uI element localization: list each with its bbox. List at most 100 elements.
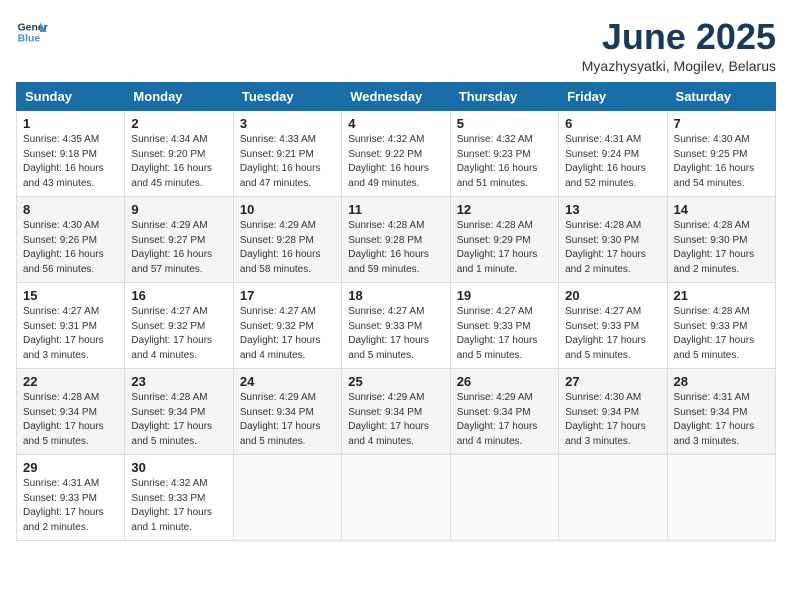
day-number: 9	[131, 202, 226, 217]
day-info: Sunrise: 4:31 AM Sunset: 9:24 PM Dayligh…	[565, 133, 660, 191]
weekday-header-wednesday: Wednesday	[342, 83, 450, 111]
day-cell-17: 17Sunrise: 4:27 AM Sunset: 9:32 PM Dayli…	[233, 283, 341, 369]
day-info: Sunrise: 4:35 AM Sunset: 9:18 PM Dayligh…	[23, 133, 118, 191]
day-number: 20	[565, 288, 660, 303]
day-cell-6: 6 Sunrise: 4:31 AM Sunset: 9:24 PM Daylig…	[559, 111, 667, 197]
week-row-5: 29 Sunrise: 4:31 AM Sunset: 9:33 PM Dayli…	[17, 455, 776, 541]
day-cell-19: 19 Sunrise: 4:27 AM Sunset: 9:33 PM Dayli…	[450, 283, 558, 369]
day-number: 13	[565, 202, 660, 217]
day-cell-7: 7Sunrise: 4:30 AM Sunset: 9:25 PM Daylig…	[667, 111, 775, 197]
weekday-header-friday: Friday	[559, 83, 667, 111]
day-number: 2	[131, 116, 226, 131]
day-number: 3	[240, 116, 335, 131]
title-area: June 2025 Myazhysyatki, Mogilev, Belarus	[582, 16, 776, 74]
week-row-4: 22 Sunrise: 4:28 AM Sunset: 9:34 PM Dayli…	[17, 369, 776, 455]
week-row-2: 8Sunrise: 4:30 AM Sunset: 9:26 PM Daylig…	[17, 197, 776, 283]
day-number: 12	[457, 202, 552, 217]
day-info: Sunrise: 4:27 AM Sunset: 9:33 PM Dayligh…	[457, 305, 552, 363]
day-number: 8	[23, 202, 118, 217]
day-info: Sunrise: 4:29 AM Sunset: 9:34 PM Dayligh…	[240, 391, 335, 449]
svg-text:Blue: Blue	[18, 34, 41, 45]
day-cell-30: 30 Sunrise: 4:32 AM Sunset: 9:33 PM Dayli…	[125, 455, 233, 541]
day-number: 26	[457, 374, 552, 389]
day-number: 11	[348, 202, 443, 217]
weekday-header-sunday: Sunday	[17, 83, 125, 111]
day-info: Sunrise: 4:28 AM Sunset: 9:30 PM Dayligh…	[674, 219, 769, 277]
day-number: 19	[457, 288, 552, 303]
day-number: 29	[23, 460, 118, 475]
day-info: Sunrise: 4:32 AM Sunset: 9:33 PM Dayligh…	[131, 477, 226, 535]
calendar: SundayMondayTuesdayWednesdayThursdayFrid…	[16, 82, 776, 541]
empty-cell	[450, 455, 558, 541]
day-info: Sunrise: 4:28 AM Sunset: 9:30 PM Dayligh…	[565, 219, 660, 277]
day-cell-15: 15Sunrise: 4:27 AM Sunset: 9:31 PM Dayli…	[17, 283, 125, 369]
day-cell-10: 10Sunrise: 4:29 AM Sunset: 9:28 PM Dayli…	[233, 197, 341, 283]
weekday-header-row: SundayMondayTuesdayWednesdayThursdayFrid…	[17, 83, 776, 111]
day-info: Sunrise: 4:27 AM Sunset: 9:33 PM Dayligh…	[565, 305, 660, 363]
day-info: Sunrise: 4:32 AM Sunset: 9:23 PM Dayligh…	[457, 133, 552, 191]
day-cell-3: 3 Sunrise: 4:33 AM Sunset: 9:21 PM Daylig…	[233, 111, 341, 197]
month-title: June 2025	[582, 16, 776, 58]
day-number: 27	[565, 374, 660, 389]
day-cell-20: 20 Sunrise: 4:27 AM Sunset: 9:33 PM Dayli…	[559, 283, 667, 369]
day-info: Sunrise: 4:28 AM Sunset: 9:34 PM Dayligh…	[23, 391, 118, 449]
day-info: Sunrise: 4:27 AM Sunset: 9:31 PM Dayligh…	[23, 305, 118, 363]
day-cell-2: 2 Sunrise: 4:34 AM Sunset: 9:20 PM Daylig…	[125, 111, 233, 197]
day-number: 28	[674, 374, 769, 389]
day-number: 21	[674, 288, 769, 303]
empty-cell	[342, 455, 450, 541]
day-number: 1	[23, 116, 118, 131]
day-number: 14	[674, 202, 769, 217]
day-cell-5: 5 Sunrise: 4:32 AM Sunset: 9:23 PM Daylig…	[450, 111, 558, 197]
day-cell-24: 24 Sunrise: 4:29 AM Sunset: 9:34 PM Dayli…	[233, 369, 341, 455]
day-number: 22	[23, 374, 118, 389]
day-number: 24	[240, 374, 335, 389]
day-cell-27: 27 Sunrise: 4:30 AM Sunset: 9:34 PM Dayli…	[559, 369, 667, 455]
day-info: Sunrise: 4:27 AM Sunset: 9:32 PM Dayligh…	[131, 305, 226, 363]
day-number: 5	[457, 116, 552, 131]
day-info: Sunrise: 4:34 AM Sunset: 9:20 PM Dayligh…	[131, 133, 226, 191]
header: General Blue June 2025 Myazhysyatki, Mog…	[16, 16, 776, 74]
weekday-header-saturday: Saturday	[667, 83, 775, 111]
day-cell-23: 23 Sunrise: 4:28 AM Sunset: 9:34 PM Dayli…	[125, 369, 233, 455]
day-number: 4	[348, 116, 443, 131]
location-title: Myazhysyatki, Mogilev, Belarus	[582, 58, 776, 74]
day-number: 6	[565, 116, 660, 131]
day-number: 23	[131, 374, 226, 389]
day-cell-29: 29 Sunrise: 4:31 AM Sunset: 9:33 PM Dayli…	[17, 455, 125, 541]
day-cell-22: 22 Sunrise: 4:28 AM Sunset: 9:34 PM Dayli…	[17, 369, 125, 455]
empty-cell	[559, 455, 667, 541]
day-info: Sunrise: 4:27 AM Sunset: 9:32 PM Dayligh…	[240, 305, 335, 363]
logo: General Blue	[16, 16, 48, 48]
day-cell-26: 26 Sunrise: 4:29 AM Sunset: 9:34 PM Dayli…	[450, 369, 558, 455]
week-row-1: 1 Sunrise: 4:35 AM Sunset: 9:18 PM Daylig…	[17, 111, 776, 197]
day-cell-25: 25 Sunrise: 4:29 AM Sunset: 9:34 PM Dayli…	[342, 369, 450, 455]
day-cell-4: 4Sunrise: 4:32 AM Sunset: 9:22 PM Daylig…	[342, 111, 450, 197]
day-cell-1: 1 Sunrise: 4:35 AM Sunset: 9:18 PM Daylig…	[17, 111, 125, 197]
day-cell-12: 12Sunrise: 4:28 AM Sunset: 9:29 PM Dayli…	[450, 197, 558, 283]
day-info: Sunrise: 4:29 AM Sunset: 9:34 PM Dayligh…	[348, 391, 443, 449]
weekday-header-thursday: Thursday	[450, 83, 558, 111]
empty-cell	[233, 455, 341, 541]
week-row-3: 15Sunrise: 4:27 AM Sunset: 9:31 PM Dayli…	[17, 283, 776, 369]
day-info: Sunrise: 4:27 AM Sunset: 9:33 PM Dayligh…	[348, 305, 443, 363]
day-number: 30	[131, 460, 226, 475]
day-number: 25	[348, 374, 443, 389]
day-info: Sunrise: 4:29 AM Sunset: 9:34 PM Dayligh…	[457, 391, 552, 449]
day-number: 7	[674, 116, 769, 131]
day-info: Sunrise: 4:28 AM Sunset: 9:34 PM Dayligh…	[131, 391, 226, 449]
day-info: Sunrise: 4:28 AM Sunset: 9:28 PM Dayligh…	[348, 219, 443, 277]
weekday-header-monday: Monday	[125, 83, 233, 111]
day-info: Sunrise: 4:29 AM Sunset: 9:27 PM Dayligh…	[131, 219, 226, 277]
day-cell-14: 14 Sunrise: 4:28 AM Sunset: 9:30 PM Dayli…	[667, 197, 775, 283]
empty-cell	[667, 455, 775, 541]
logo-icon: General Blue	[16, 16, 48, 48]
day-info: Sunrise: 4:31 AM Sunset: 9:33 PM Dayligh…	[23, 477, 118, 535]
day-cell-21: 21Sunrise: 4:28 AM Sunset: 9:33 PM Dayli…	[667, 283, 775, 369]
day-info: Sunrise: 4:33 AM Sunset: 9:21 PM Dayligh…	[240, 133, 335, 191]
day-number: 18	[348, 288, 443, 303]
day-cell-11: 11 Sunrise: 4:28 AM Sunset: 9:28 PM Dayli…	[342, 197, 450, 283]
day-cell-8: 8Sunrise: 4:30 AM Sunset: 9:26 PM Daylig…	[17, 197, 125, 283]
day-info: Sunrise: 4:30 AM Sunset: 9:34 PM Dayligh…	[565, 391, 660, 449]
day-cell-9: 9 Sunrise: 4:29 AM Sunset: 9:27 PM Daylig…	[125, 197, 233, 283]
